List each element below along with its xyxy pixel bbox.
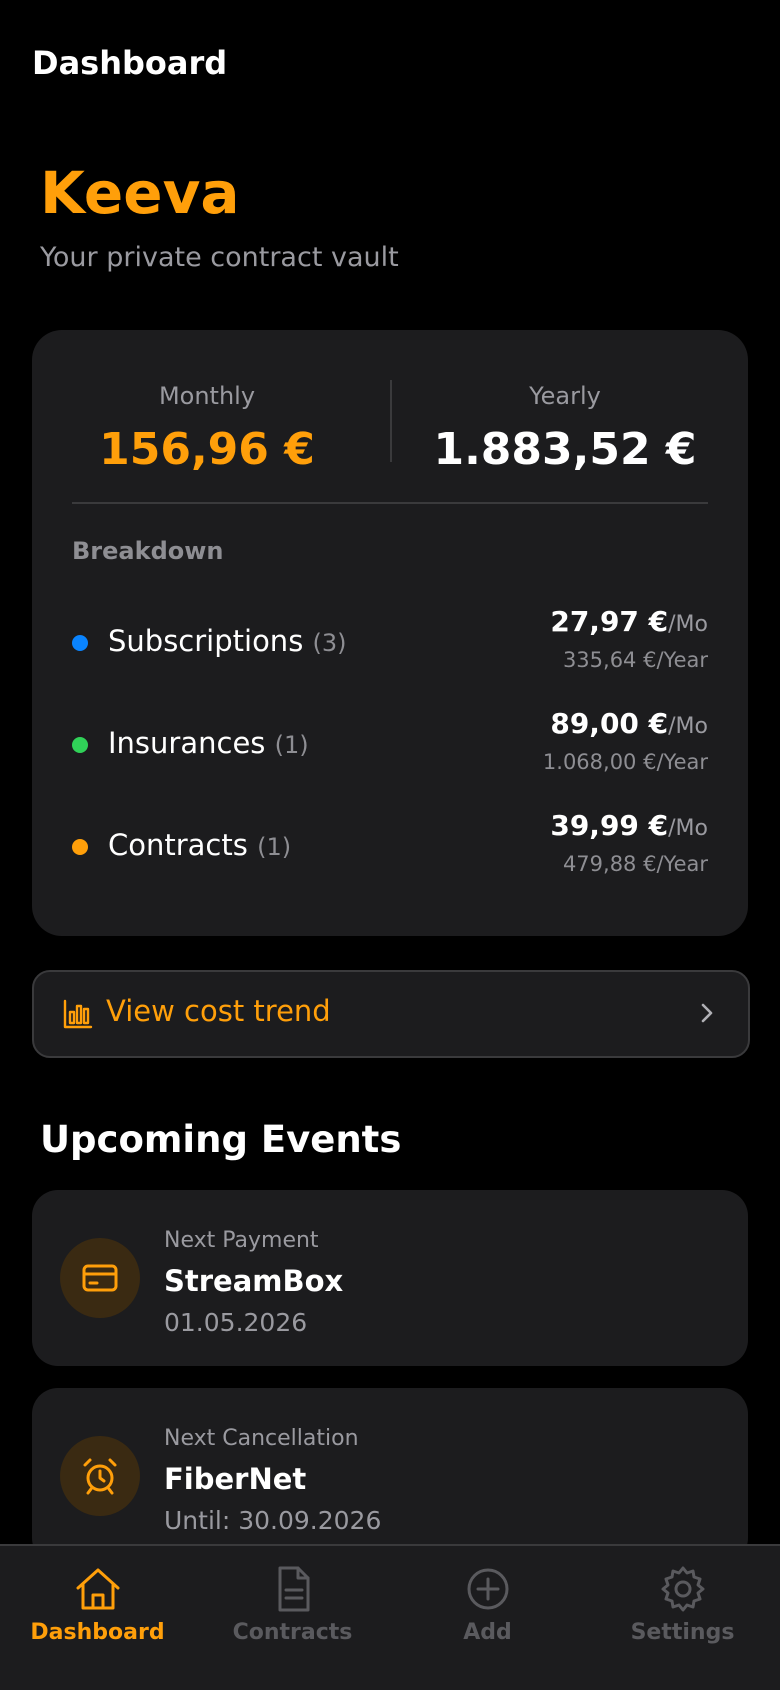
brand-tagline: Your private contract vault <box>40 242 399 273</box>
upcoming-events-title: Upcoming Events <box>40 1118 402 1161</box>
tab-contracts[interactable]: Contracts <box>195 1546 390 1690</box>
tab-add[interactable]: Add <box>390 1546 585 1690</box>
breakdown-yearly: 1.068,00 €/Year <box>542 750 708 774</box>
page-title: Dashboard <box>32 44 228 82</box>
tab-settings[interactable]: Settings <box>585 1546 780 1690</box>
brand-name: Keeva <box>40 159 240 227</box>
event-kind: Next Cancellation <box>164 1426 359 1451</box>
breakdown-title: Breakdown <box>72 537 224 565</box>
event-date: 01.05.2026 <box>164 1308 308 1337</box>
view-cost-trend-label: View cost trend <box>106 994 331 1028</box>
event-name: StreamBox <box>164 1264 344 1298</box>
breakdown-yearly: 335,64 €/Year <box>562 648 708 672</box>
event-name: FiberNet <box>164 1462 307 1496</box>
breakdown-monthly-unit: /Mo <box>668 612 708 637</box>
view-cost-trend-button[interactable]: View cost trend <box>32 970 750 1058</box>
tab-label: Dashboard <box>30 1620 165 1645</box>
bar-chart-icon <box>63 999 93 1029</box>
breakdown-monthly: 89,00 € <box>550 707 669 740</box>
credit-card-icon <box>82 1264 118 1292</box>
event-card-next-cancellation[interactable]: Next Cancellation FiberNet Until: 30.09.… <box>32 1388 748 1564</box>
yearly-total-value: 1.883,52 € <box>433 424 697 475</box>
cost-summary-card: Monthly 156,96 € Yearly 1.883,52 € Break… <box>32 330 748 936</box>
document-icon <box>278 1566 310 1612</box>
chevron-right-icon <box>701 1003 713 1023</box>
breakdown-count: (3) <box>312 629 347 657</box>
event-date: Until: 30.09.2026 <box>164 1506 382 1535</box>
plus-circle-icon <box>467 1568 509 1610</box>
gear-icon <box>661 1566 705 1612</box>
breakdown-count: (1) <box>274 731 309 759</box>
breakdown-yearly: 479,88 €/Year <box>562 852 708 876</box>
breakdown-monthly: 27,97 € <box>550 605 669 638</box>
breakdown-row-insurances: Insurances (1) 89,00 €/Mo 1.068,00 €/Yea… <box>72 704 708 784</box>
tab-label: Settings <box>630 1620 735 1645</box>
tab-dashboard[interactable]: Dashboard <box>0 1546 195 1690</box>
subscriptions-dot <box>72 635 88 651</box>
tab-label: Add <box>463 1620 512 1645</box>
breakdown-monthly-unit: /Mo <box>668 816 708 841</box>
breakdown-row-subscriptions: Subscriptions (3) 27,97 €/Mo 335,64 €/Ye… <box>72 602 708 682</box>
breakdown-monthly-unit: /Mo <box>668 714 708 739</box>
monthly-total-label: Monthly <box>158 382 256 410</box>
breakdown-label: Subscriptions <box>108 624 304 658</box>
yearly-total: Yearly 1.883,52 € <box>390 378 740 478</box>
section-divider <box>72 502 708 504</box>
tab-label: Contracts <box>232 1620 353 1645</box>
tab-bar: Dashboard Contracts Add Settings <box>0 1544 780 1690</box>
breakdown-label: Insurances <box>108 726 266 760</box>
insurances-dot <box>72 737 88 753</box>
contracts-dot <box>72 839 88 855</box>
yearly-total-label: Yearly <box>529 382 601 410</box>
event-card-next-payment[interactable]: Next Payment StreamBox 01.05.2026 <box>32 1190 748 1366</box>
home-icon <box>76 1568 120 1610</box>
breakdown-count: (1) <box>257 833 292 861</box>
alarm-clock-icon <box>83 1458 117 1495</box>
breakdown-label: Contracts <box>108 828 248 862</box>
breakdown-row-contracts: Contracts (1) 39,99 €/Mo 479,88 €/Year <box>72 806 708 886</box>
event-kind: Next Payment <box>164 1228 319 1253</box>
monthly-total-value: 156,96 € <box>99 424 315 475</box>
monthly-total: Monthly 156,96 € <box>32 378 382 478</box>
breakdown-monthly: 39,99 € <box>550 809 669 842</box>
